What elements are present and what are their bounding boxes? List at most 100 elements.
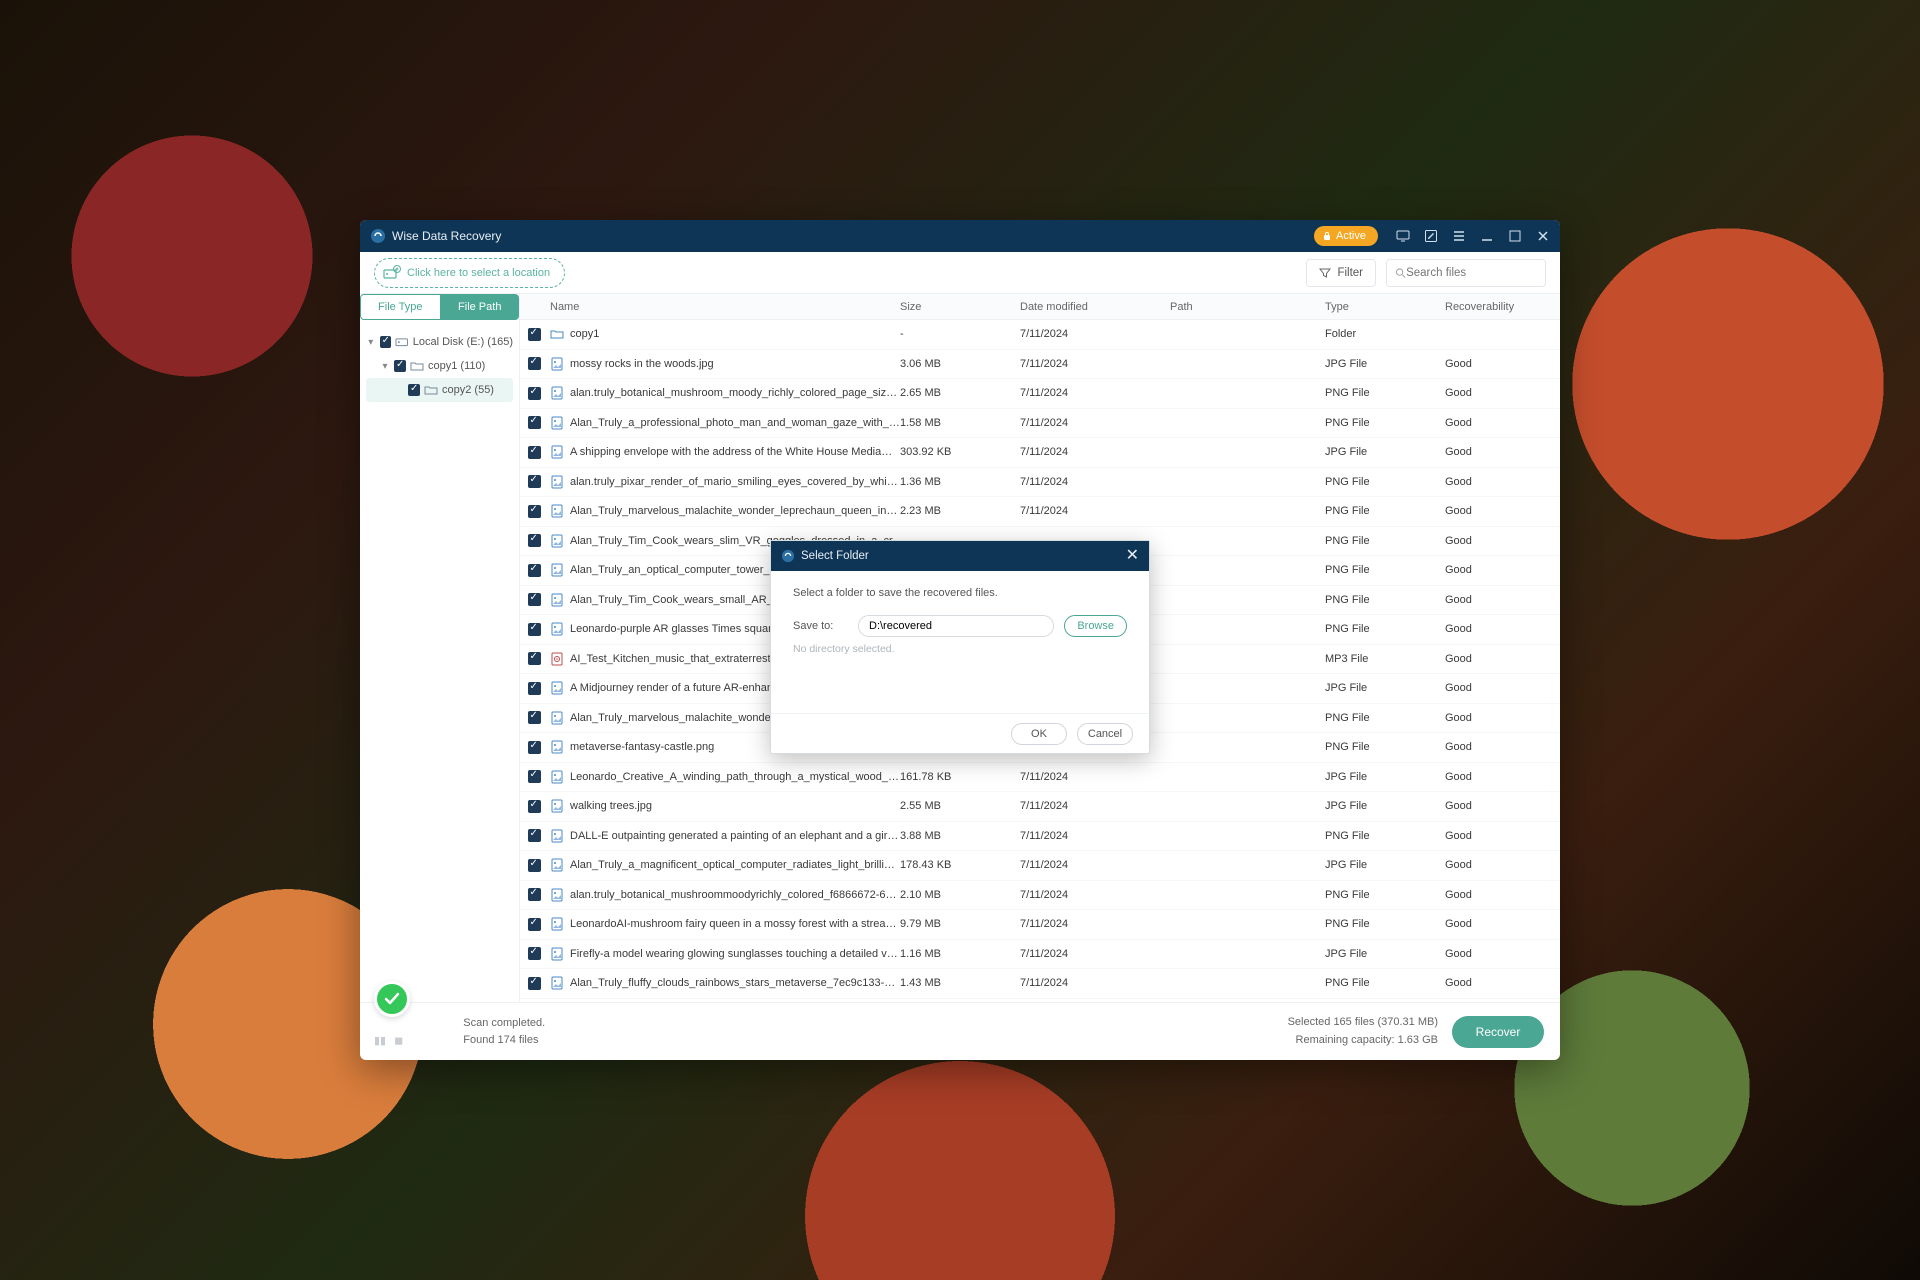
file-type: JPG File — [1325, 948, 1445, 960]
file-date: 7/11/2024 — [1020, 948, 1170, 960]
col-date[interactable]: Date modified — [1020, 301, 1170, 313]
row-checkbox[interactable] — [528, 829, 541, 842]
file-type: PNG File — [1325, 889, 1445, 901]
sidebar: File Type File Path ▾ Local Disk (E:) (1… — [360, 294, 520, 1002]
file-type-icon — [550, 681, 564, 695]
file-date: 7/11/2024 — [1020, 387, 1170, 399]
edit-icon[interactable] — [1424, 229, 1438, 243]
chevron-down-icon[interactable]: ▾ — [380, 361, 390, 372]
table-row[interactable]: mossy rocks in the woods.jpg3.06 MB7/11/… — [520, 350, 1560, 380]
row-checkbox[interactable] — [528, 770, 541, 783]
cancel-button[interactable]: Cancel — [1077, 723, 1133, 745]
file-type: PNG File — [1325, 594, 1445, 606]
found-count: Found 174 files — [463, 1032, 545, 1049]
file-size: 2.23 MB — [900, 505, 1020, 517]
table-row[interactable]: walking trees.jpg2.55 MB7/11/2024JPG Fil… — [520, 792, 1560, 822]
row-checkbox[interactable] — [528, 505, 541, 518]
active-badge[interactable]: Active — [1314, 226, 1378, 246]
filter-button[interactable]: Filter — [1306, 259, 1376, 287]
row-checkbox[interactable] — [528, 564, 541, 577]
table-row[interactable]: alan.truly_botanical_mushroommoodyrichly… — [520, 881, 1560, 911]
table-row[interactable]: Leonardo_Creative_A_winding_path_through… — [520, 763, 1560, 793]
row-checkbox[interactable] — [528, 328, 541, 341]
recover-button[interactable]: Recover — [1452, 1016, 1544, 1048]
file-type: PNG File — [1325, 417, 1445, 429]
table-row[interactable]: Alan_Truly_marvelous_malachite_wonder_le… — [520, 497, 1560, 527]
table-row[interactable]: LeonardoAI-mushroom fairy queen in a mos… — [520, 910, 1560, 940]
row-checkbox[interactable] — [528, 475, 541, 488]
file-size: 1.16 MB — [900, 948, 1020, 960]
row-checkbox[interactable] — [528, 623, 541, 636]
feedback-icon[interactable] — [1396, 229, 1410, 243]
row-checkbox[interactable] — [528, 859, 541, 872]
search-input[interactable] — [1406, 267, 1537, 279]
row-checkbox[interactable] — [528, 711, 541, 724]
no-directory-label: No directory selected. — [793, 643, 1127, 655]
table-row[interactable]: Firefly-a model wearing glowing sunglass… — [520, 940, 1560, 970]
row-checkbox[interactable] — [528, 800, 541, 813]
tree-node-copy1[interactable]: ▾ copy1 (110) — [366, 354, 513, 378]
tree-node-local-disk[interactable]: ▾ Local Disk (E:) (165) — [366, 330, 513, 354]
row-checkbox[interactable] — [528, 357, 541, 370]
select-location-button[interactable]: Click here to select a location — [374, 258, 565, 288]
tab-file-type[interactable]: File Type — [360, 294, 441, 320]
row-checkbox[interactable] — [528, 416, 541, 429]
col-path[interactable]: Path — [1170, 301, 1325, 313]
table-row[interactable]: A shipping envelope with the address of … — [520, 438, 1560, 468]
file-recoverability: Good — [1445, 889, 1560, 901]
file-type: PNG File — [1325, 564, 1445, 576]
table-row[interactable]: Alan_Truly_a_professional_photo_man_and_… — [520, 409, 1560, 439]
table-row[interactable]: Alan_Truly_fluffy_clouds_rainbows_stars_… — [520, 969, 1560, 999]
file-name: Alan_Truly_a_professional_photo_man_and_… — [570, 417, 900, 429]
file-recoverability: Good — [1445, 594, 1560, 606]
file-type: JPG File — [1325, 682, 1445, 694]
browse-button[interactable]: Browse — [1064, 615, 1127, 637]
close-icon[interactable] — [1536, 229, 1550, 243]
stop-icon[interactable]: ◼ — [394, 1034, 403, 1047]
tree-checkbox[interactable] — [408, 384, 420, 396]
file-type-icon — [550, 622, 564, 636]
table-row[interactable]: DALL-E outpainting generated a painting … — [520, 822, 1560, 852]
table-row[interactable]: alan.truly_botanical_mushroom_moody_rich… — [520, 379, 1560, 409]
file-type: PNG File — [1325, 535, 1445, 547]
row-checkbox[interactable] — [528, 682, 541, 695]
row-checkbox[interactable] — [528, 977, 541, 990]
save-path-input[interactable] — [858, 615, 1054, 637]
row-checkbox[interactable] — [528, 918, 541, 931]
file-name: Alan_Truly_a_magnificent_optical_compute… — [570, 859, 900, 871]
folder-icon — [410, 359, 424, 373]
minimize-icon[interactable] — [1480, 229, 1494, 243]
row-checkbox[interactable] — [528, 888, 541, 901]
tree-node-copy2[interactable]: copy2 (55) — [366, 378, 513, 402]
maximize-icon[interactable] — [1508, 229, 1522, 243]
row-checkbox[interactable] — [528, 593, 541, 606]
col-type[interactable]: Type — [1325, 301, 1445, 313]
file-type-icon — [550, 327, 564, 341]
titlebar: Wise Data Recovery Active — [360, 220, 1560, 252]
file-recoverability: Good — [1445, 653, 1560, 665]
row-checkbox[interactable] — [528, 947, 541, 960]
table-row[interactable]: alan.truly_pixar_render_of_mario_smiling… — [520, 468, 1560, 498]
pause-icon[interactable]: ▮▮ — [374, 1034, 386, 1047]
table-row[interactable]: copy1-7/11/2024Folder — [520, 320, 1560, 350]
tab-file-path[interactable]: File Path — [441, 294, 520, 320]
menu-icon[interactable] — [1452, 229, 1466, 243]
file-name: Leonardo_Creative_A_winding_path_through… — [570, 771, 900, 783]
search-box[interactable] — [1386, 259, 1546, 287]
col-name[interactable]: Name — [548, 301, 900, 313]
row-checkbox[interactable] — [528, 446, 541, 459]
table-row[interactable]: Alan_Truly_a_magnificent_optical_compute… — [520, 851, 1560, 881]
ok-button[interactable]: OK — [1011, 723, 1067, 745]
row-checkbox[interactable] — [528, 387, 541, 400]
file-name: Alan_Truly_marvelous_malachite_wonder_le… — [570, 505, 900, 517]
row-checkbox[interactable] — [528, 741, 541, 754]
file-type-icon — [550, 445, 564, 459]
chevron-down-icon[interactable]: ▾ — [366, 337, 376, 348]
row-checkbox[interactable] — [528, 534, 541, 547]
col-recoverability[interactable]: Recoverability — [1445, 301, 1560, 313]
tree-checkbox[interactable] — [394, 360, 406, 372]
col-size[interactable]: Size — [900, 301, 1020, 313]
row-checkbox[interactable] — [528, 652, 541, 665]
dialog-close-icon[interactable]: ✕ — [1126, 548, 1139, 564]
tree-checkbox[interactable] — [380, 336, 392, 348]
